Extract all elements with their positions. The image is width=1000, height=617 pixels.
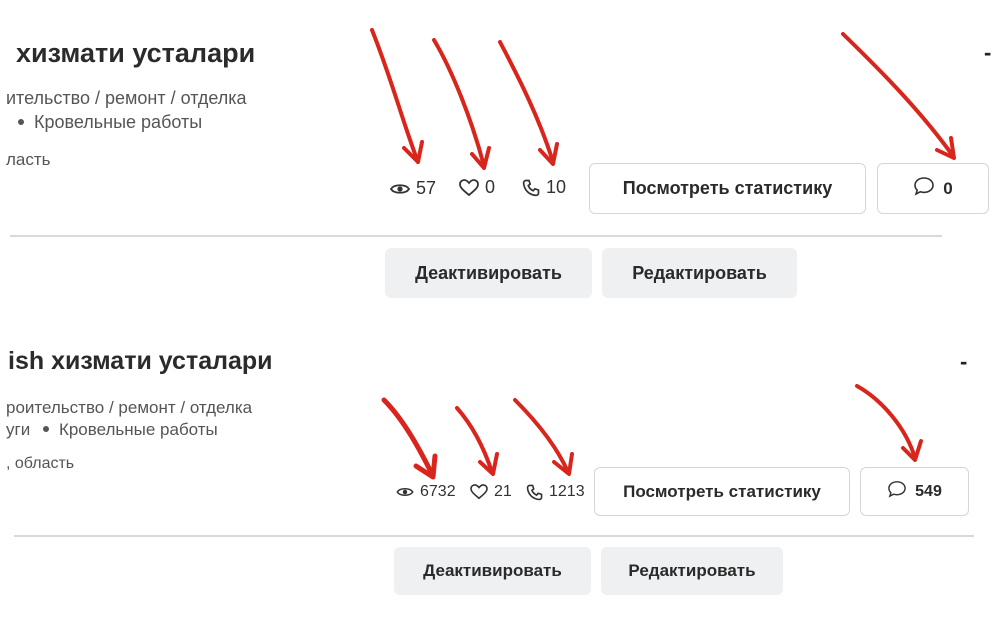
chat-bubble-icon xyxy=(913,176,935,201)
chat-bubble-icon xyxy=(887,480,907,503)
messages-count: 549 xyxy=(915,482,942,500)
messages-button[interactable]: 0 xyxy=(877,163,989,214)
phone-icon xyxy=(526,484,543,501)
view-statistics-button[interactable]: Посмотреть статистику xyxy=(594,467,850,516)
subcategory: Кровельные работы xyxy=(58,420,218,439)
heart-icon[interactable] xyxy=(459,178,479,197)
subcategory: Кровельные работы xyxy=(34,112,203,132)
views-stat: 6732 xyxy=(396,483,456,501)
calls-count: 1213 xyxy=(549,483,585,500)
card-divider xyxy=(14,535,974,537)
listing-title[interactable]: хизмати усталари xyxy=(16,38,255,69)
likes-count: 21 xyxy=(494,483,512,500)
messages-button[interactable]: 549 xyxy=(860,467,969,516)
listing-card-2: ish хизмати усталари роительство / ремон… xyxy=(0,315,1000,617)
likes-count: 0 xyxy=(485,177,496,197)
edit-button[interactable]: Редактировать xyxy=(602,248,797,298)
heart-icon[interactable] xyxy=(470,484,488,500)
calls-count: 10 xyxy=(546,177,567,197)
bullet-dot xyxy=(18,118,24,125)
bullet-dot xyxy=(42,426,49,433)
subcategory-row: Кровельные работы xyxy=(18,112,202,133)
deactivate-button[interactable]: Деактивировать xyxy=(385,248,592,298)
messages-count: 0 xyxy=(943,178,953,198)
region: , область xyxy=(6,455,75,472)
category-path: роительство / ремонт / отделка xyxy=(6,398,253,417)
views-count: 57 xyxy=(416,178,437,198)
calls-stat: 1213 xyxy=(526,483,585,501)
subcategory-prefix: уги xyxy=(6,420,31,439)
view-statistics-button[interactable]: Посмотреть статистику xyxy=(589,163,866,214)
card-divider xyxy=(10,235,942,237)
listing-card-1: хизмати усталари ительство / ремонт / от… xyxy=(0,0,1000,305)
edit-button[interactable]: Редактировать xyxy=(601,547,783,595)
phone-icon xyxy=(522,179,540,197)
more-menu[interactable]: - xyxy=(960,349,967,375)
views-count: 6732 xyxy=(420,483,456,500)
listing-title[interactable]: ish хизмати усталари xyxy=(8,347,273,376)
deactivate-button[interactable]: Деактивировать xyxy=(394,547,591,595)
region: ласть xyxy=(6,150,51,169)
likes-stat: 0 xyxy=(459,177,495,198)
likes-stat: 21 xyxy=(470,483,512,501)
views-stat: 57 xyxy=(390,178,436,199)
subcategory-row: уги Кровельные работы xyxy=(6,420,218,440)
category-path: ительство / ремонт / отделка xyxy=(6,88,247,108)
more-menu[interactable]: - xyxy=(984,40,991,66)
calls-stat: 10 xyxy=(522,177,566,198)
eye-icon xyxy=(390,182,410,196)
eye-icon xyxy=(396,486,414,498)
